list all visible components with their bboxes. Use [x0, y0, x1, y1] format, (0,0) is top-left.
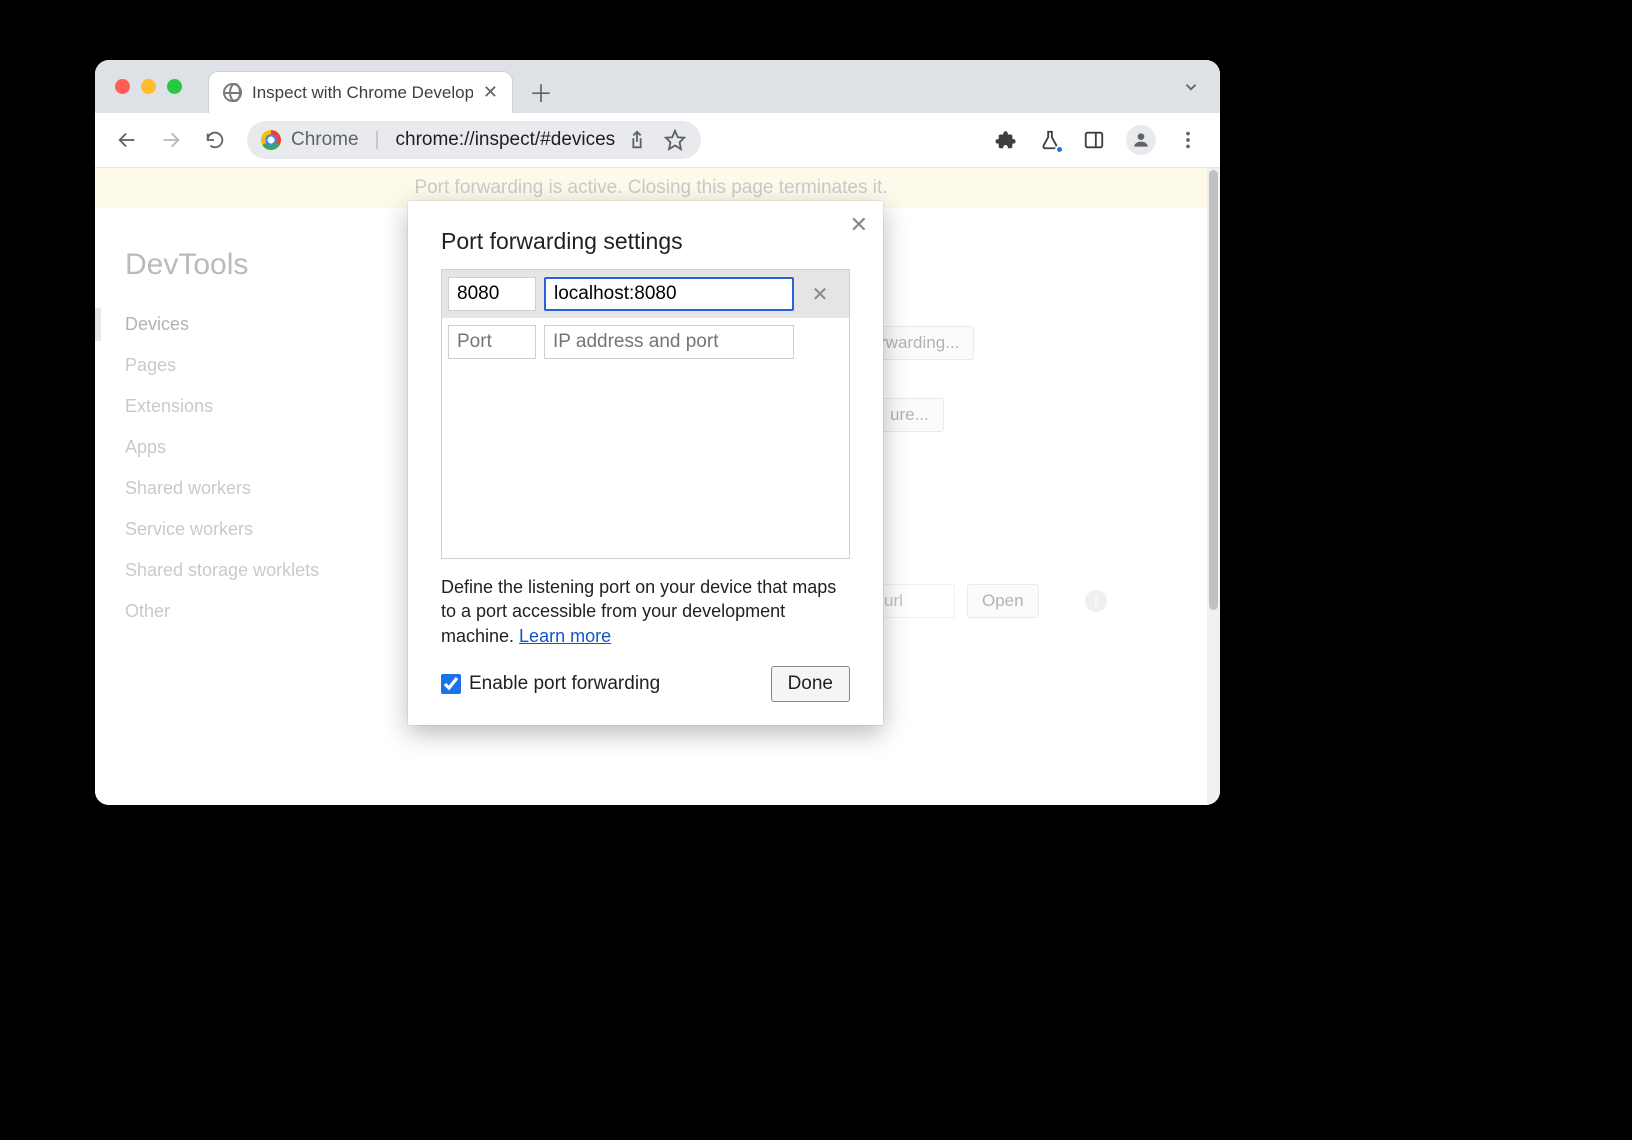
- sidebar-item-apps[interactable]: Apps: [125, 427, 395, 468]
- tab-list-button[interactable]: [1182, 60, 1200, 113]
- kebab-menu-icon[interactable]: [1176, 128, 1200, 152]
- devtools-sidebar: DevTools Devices Pages Extensions Apps S…: [95, 208, 395, 805]
- browser-tab[interactable]: Inspect with Chrome Develope ✕: [208, 71, 513, 113]
- port-forwarding-dialog: ✕ Port forwarding settings ✕ Define the …: [408, 201, 883, 725]
- reload-button[interactable]: [197, 122, 233, 158]
- close-window-icon[interactable]: [115, 79, 130, 94]
- fullscreen-window-icon[interactable]: [167, 79, 182, 94]
- sidebar-item-extensions[interactable]: Extensions: [125, 386, 395, 427]
- done-button[interactable]: Done: [771, 666, 850, 702]
- back-button[interactable]: [109, 122, 145, 158]
- local-address-input[interactable]: [544, 277, 794, 311]
- device-port-input[interactable]: [448, 277, 536, 311]
- learn-more-link[interactable]: Learn more: [519, 626, 611, 646]
- info-icon[interactable]: i: [1085, 590, 1107, 612]
- dialog-description: Define the listening port on your device…: [441, 575, 850, 648]
- sidebar-item-shared-workers[interactable]: Shared workers: [125, 468, 395, 509]
- device-port-input-empty[interactable]: [448, 325, 536, 359]
- enable-port-forwarding-text: Enable port forwarding: [469, 673, 660, 695]
- close-icon[interactable]: ✕: [850, 212, 868, 238]
- tab-title: Inspect with Chrome Develope: [252, 83, 473, 103]
- extensions-icon[interactable]: [994, 128, 1018, 152]
- open-url-field[interactable]: [875, 584, 955, 618]
- sidebar-item-pages[interactable]: Pages: [125, 345, 395, 386]
- port-rule-row-empty: [442, 318, 849, 366]
- close-tab-icon[interactable]: ✕: [483, 82, 498, 103]
- labs-icon[interactable]: [1038, 128, 1062, 152]
- sidebar-item-devices[interactable]: Devices: [125, 304, 395, 345]
- enable-port-forwarding-checkbox[interactable]: [441, 674, 461, 694]
- scrollbar-thumb[interactable]: [1209, 170, 1218, 610]
- forward-button[interactable]: [153, 122, 189, 158]
- dialog-title: Port forwarding settings: [441, 228, 850, 255]
- new-tab-button[interactable]: ＋: [523, 73, 559, 109]
- tab-strip: Inspect with Chrome Develope ✕ ＋: [95, 60, 1220, 113]
- sidebar-item-other[interactable]: Other: [125, 591, 395, 632]
- side-panel-icon[interactable]: [1082, 128, 1106, 152]
- share-icon[interactable]: [625, 128, 649, 152]
- port-forwarding-rows: ✕: [441, 269, 850, 559]
- enable-port-forwarding-label[interactable]: Enable port forwarding: [441, 673, 660, 695]
- sidebar-item-shared-storage-worklets[interactable]: Shared storage worklets: [125, 550, 395, 591]
- sidebar-item-service-workers[interactable]: Service workers: [125, 509, 395, 550]
- globe-icon: [223, 83, 242, 102]
- bookmark-star-icon[interactable]: [663, 128, 687, 152]
- plus-icon: ＋: [529, 74, 553, 109]
- window-controls: [111, 60, 182, 113]
- port-rule-row: ✕: [442, 270, 849, 318]
- remove-rule-icon[interactable]: ✕: [802, 276, 838, 312]
- chrome-icon: [261, 130, 281, 150]
- address-bar[interactable]: Chrome | chrome://inspect/#devices: [247, 121, 701, 159]
- minimize-window-icon[interactable]: [141, 79, 156, 94]
- url-text: chrome://inspect/#devices: [396, 129, 616, 151]
- toolbar: Chrome | chrome://inspect/#devices: [95, 113, 1220, 168]
- vertical-scrollbar[interactable]: [1207, 168, 1220, 805]
- browser-window: Inspect with Chrome Develope ✕ ＋: [95, 60, 1220, 805]
- local-address-input-empty[interactable]: [544, 325, 794, 359]
- extension-area: [994, 125, 1200, 155]
- url-origin-label: Chrome: [291, 129, 359, 151]
- page-content: Port forwarding is active. Closing this …: [95, 168, 1220, 805]
- configure-button[interactable]: ure...: [875, 398, 944, 432]
- profile-avatar-icon[interactable]: [1126, 125, 1156, 155]
- open-url-button[interactable]: Open: [967, 584, 1039, 618]
- devtools-title: DevTools: [125, 248, 395, 282]
